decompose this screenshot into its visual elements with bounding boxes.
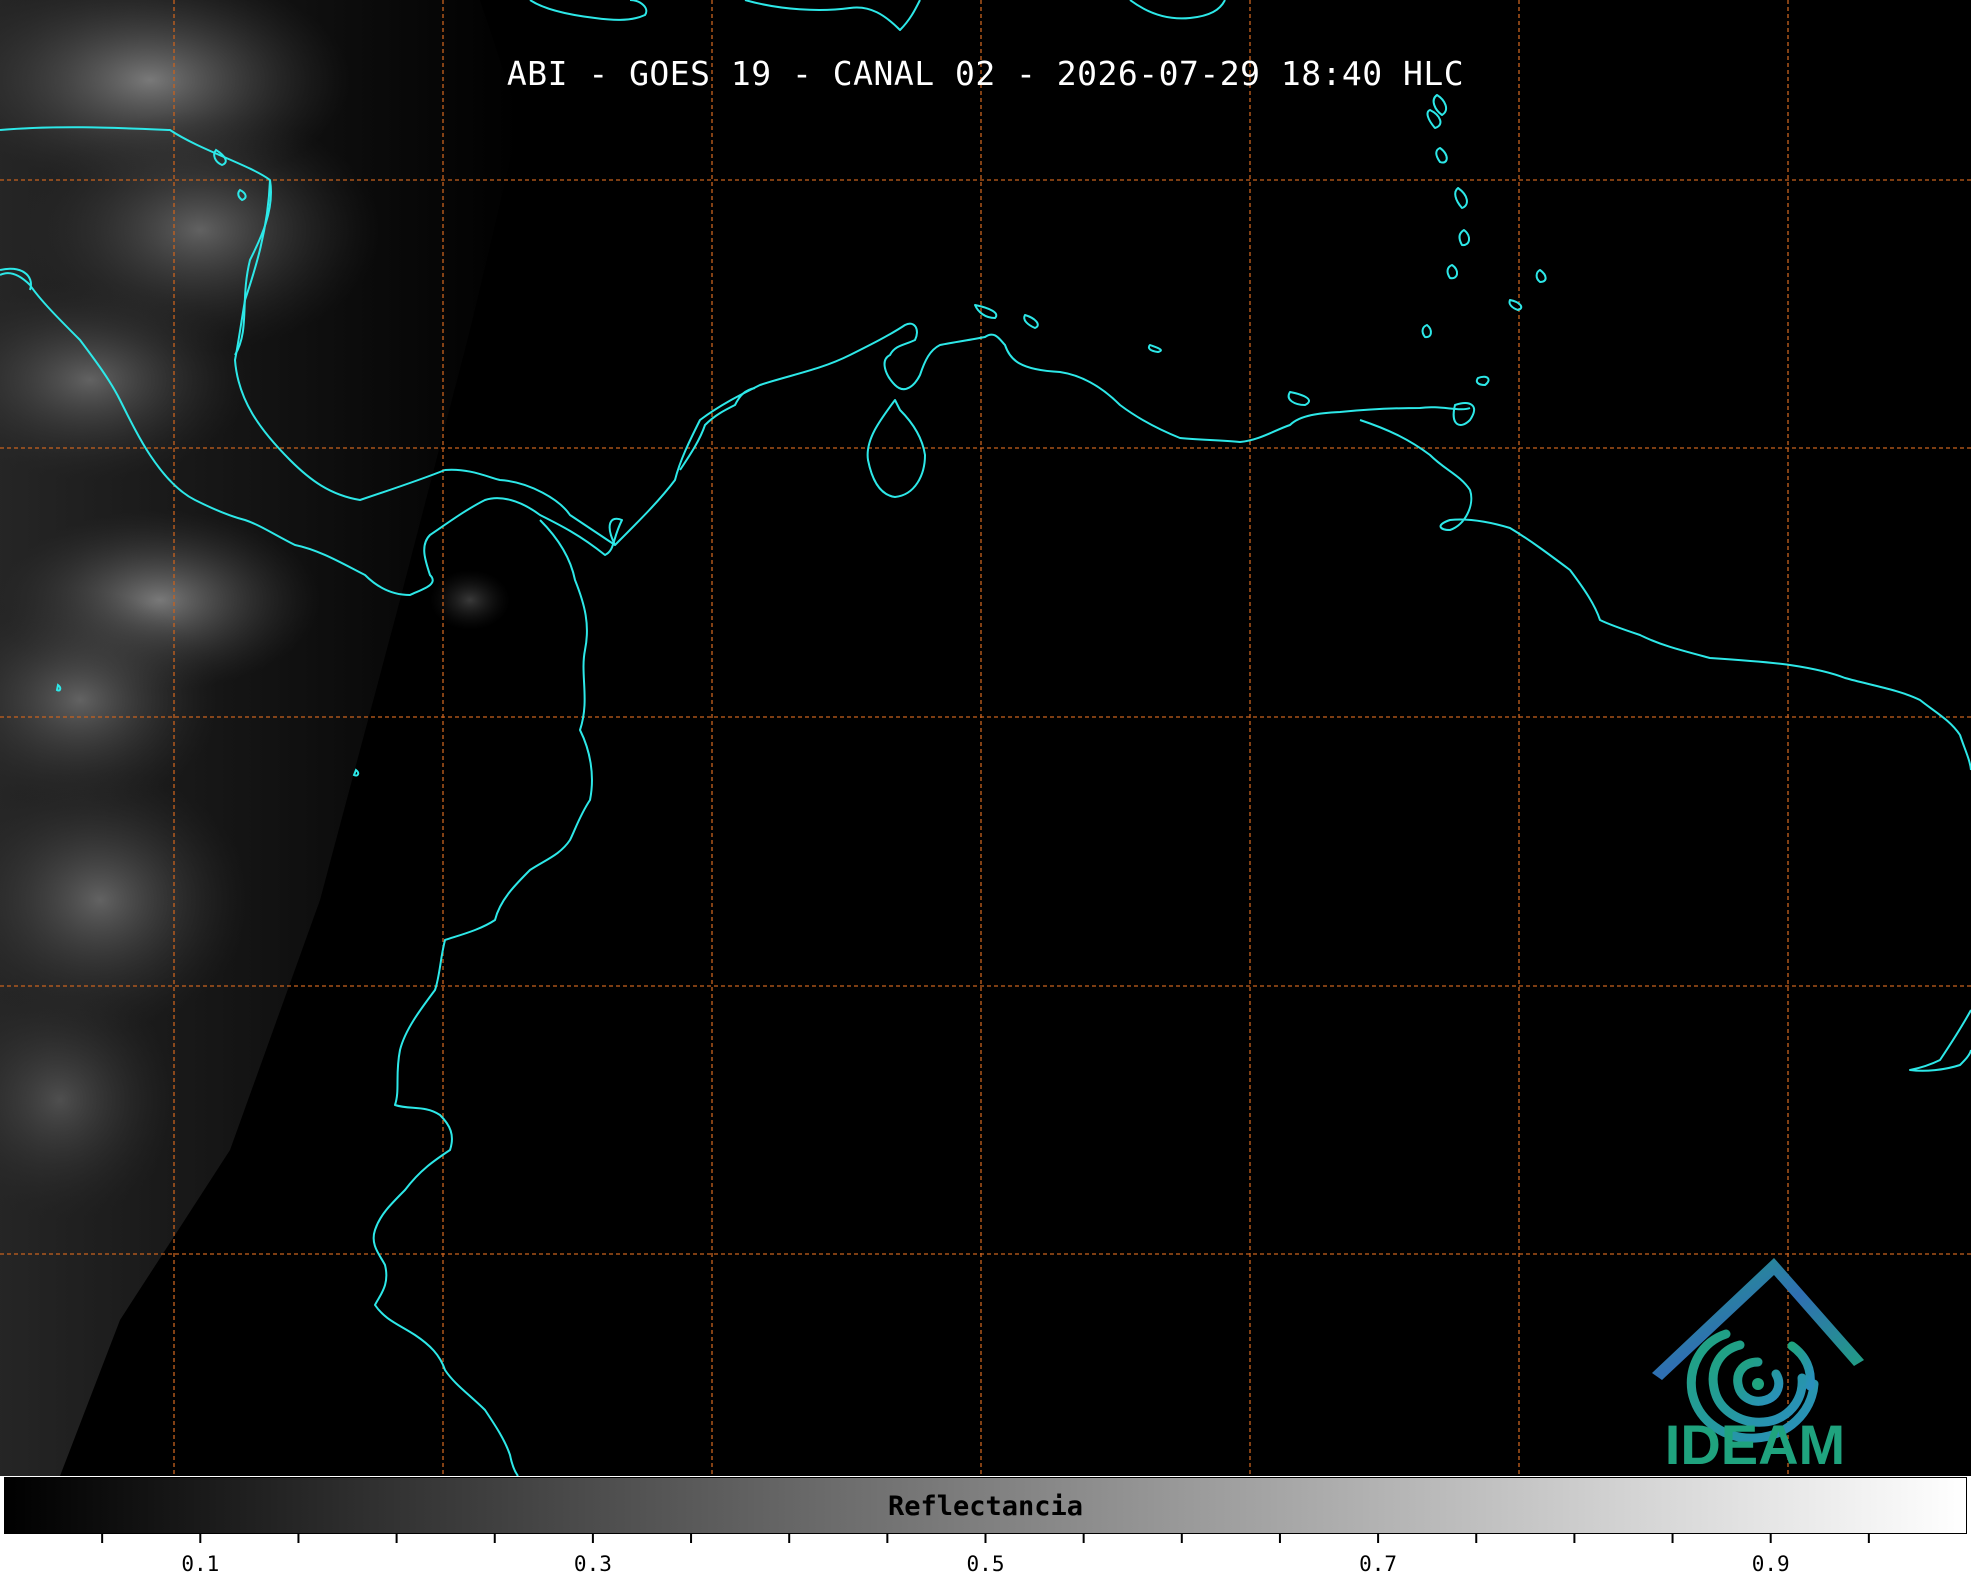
colorbar-tick-label: 0.3: [574, 1552, 612, 1576]
colorbar-tick-label: 0.9: [1752, 1552, 1790, 1576]
coastline-island-8: [1535, 269, 1547, 283]
coastline-island-abc2: [1023, 314, 1039, 329]
colorbar: Reflectancia: [4, 1477, 1967, 1534]
coastline-colombia-caribbean: [679, 387, 756, 471]
coastline-island-4: [1454, 187, 1468, 209]
colorbar-tick-label: 0.1: [181, 1552, 219, 1576]
colorbar-axis: 0.1 0.3 0.5 0.7 0.9: [101, 1534, 1870, 1576]
coastline-island-tobago: [1475, 375, 1490, 386]
coastline-island-margarita: [1287, 391, 1310, 406]
coastline-island-abc1: [974, 304, 998, 319]
colorbar-label: Reflectancia: [887, 1491, 1084, 1522]
map-title: ABI - GOES 19 - CANAL 02 - 2026-07-29 18…: [506, 54, 1465, 93]
coastline-island-6: [1446, 264, 1458, 280]
colorbar-tick-label: 0.5: [967, 1552, 1005, 1576]
coastline-island-3: [1435, 147, 1448, 164]
satellite-map: ABI - GOES 19 - CANAL 02 - 2026-07-29 18…: [0, 0, 1971, 1476]
coastline-puerto-rico: [1129, 0, 1226, 20]
coastline-colombia-pacific: [372, 519, 593, 1476]
coastline-hispaniola: [744, 0, 921, 31]
coastline-trinidad: [1452, 402, 1475, 426]
coastline-island-7: [1421, 324, 1432, 339]
coastline-cuba: [529, 0, 648, 21]
colorbar-tick-label: 0.7: [1359, 1552, 1397, 1576]
ideam-logo-text: IDEAM: [1664, 1413, 1846, 1476]
coastline-panama: [614, 322, 1471, 546]
coastline-brazil: [1909, 1009, 1971, 1072]
coastline-island-abc3: [1147, 344, 1162, 353]
coastline-island-5: [1458, 229, 1470, 247]
coastline-island-1: [1432, 94, 1448, 116]
